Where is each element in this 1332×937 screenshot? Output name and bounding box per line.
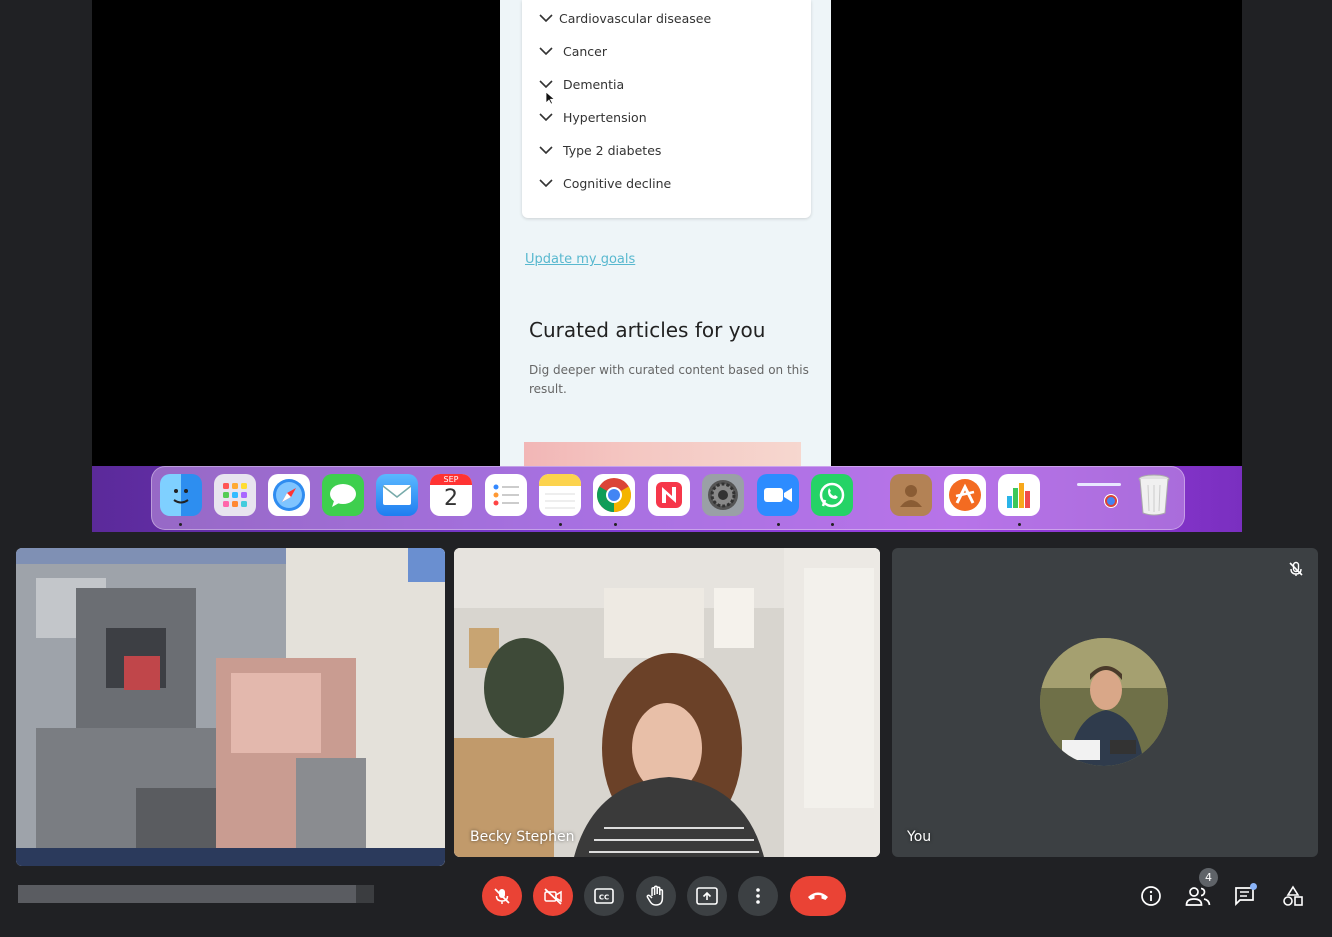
people-count-badge: 4 [1199, 868, 1218, 887]
system-settings-icon[interactable] [702, 474, 744, 516]
mail-icon[interactable] [376, 474, 418, 516]
notes-icon[interactable] [539, 474, 581, 516]
mic-off-icon [494, 888, 510, 904]
participant-name: Becky Stephen [470, 829, 575, 845]
participant-video [454, 548, 880, 857]
conditions-card: Cardiovascular diseasee Cancer Dementia … [522, 0, 811, 218]
messages-icon[interactable] [322, 474, 364, 516]
running-indicator [1018, 523, 1021, 526]
svg-text:CC: CC [599, 894, 609, 902]
update-goals-link[interactable]: Update my goals [525, 252, 635, 267]
app-icon[interactable] [944, 474, 986, 516]
chevron-down-icon [539, 80, 553, 88]
news-icon[interactable] [648, 474, 690, 516]
condition-label: Dementia [563, 76, 625, 92]
running-indicator [179, 523, 182, 526]
raise-hand-button[interactable] [636, 876, 676, 916]
participant-tile-becky: Becky Stephen [454, 548, 880, 857]
articles-description: Dig deeper with curated content based on… [529, 363, 809, 396]
activities-button[interactable] [1279, 882, 1307, 910]
chevron-down-icon [539, 113, 553, 121]
participant-tile-self: You [892, 548, 1318, 857]
zoom-icon[interactable] [757, 474, 799, 516]
meeting-info-button[interactable] [1137, 882, 1165, 910]
chat-notification-dot [1250, 883, 1257, 890]
people-icon [1185, 887, 1211, 906]
calendar-day: 2 [444, 486, 458, 511]
chrome-icon[interactable] [593, 474, 635, 516]
closed-captions-icon: CC [594, 888, 614, 904]
chevron-down-icon [539, 47, 553, 55]
calendar-icon[interactable]: SEP 2 [430, 474, 472, 516]
captions-button[interactable]: CC [584, 876, 624, 916]
leave-call-button[interactable] [790, 876, 846, 916]
condition-item[interactable]: Cardiovascular diseasee [539, 8, 711, 28]
activities-icon [1283, 885, 1303, 906]
mouse-cursor-icon [545, 91, 554, 105]
present-icon [696, 887, 718, 905]
participant-name: You [907, 829, 932, 845]
safari-icon[interactable] [268, 474, 310, 516]
info-icon [1141, 886, 1161, 906]
camera-toggle-button[interactable] [533, 876, 573, 916]
chevron-down-icon [539, 14, 553, 22]
contacts-icon[interactable] [890, 474, 932, 516]
numbers-icon[interactable] [998, 474, 1040, 516]
articles-heading: Curated articles for you [529, 318, 766, 342]
condition-item[interactable]: Hypertension [539, 107, 647, 127]
meeting-details-blurred [18, 885, 356, 903]
hang-up-icon [808, 892, 828, 900]
hand-icon [646, 885, 664, 906]
avatar [1040, 638, 1168, 766]
condition-label: Hypertension [563, 109, 647, 125]
trash-icon[interactable] [1133, 474, 1175, 516]
calendar-month: SEP [430, 474, 472, 485]
reminders-icon[interactable] [485, 474, 527, 516]
mic-toggle-button[interactable] [482, 876, 522, 916]
condition-item[interactable]: Cognitive decline [539, 173, 671, 193]
condition-label: Type 2 diabetes [563, 142, 662, 158]
running-indicator [831, 523, 834, 526]
running-indicator [777, 523, 780, 526]
whatsapp-icon[interactable] [811, 474, 853, 516]
condition-label: Cardiovascular diseasee [559, 10, 712, 26]
running-indicator [559, 523, 562, 526]
more-vert-icon [756, 888, 760, 904]
launchpad-icon[interactable] [214, 474, 256, 516]
finder-icon[interactable] [160, 474, 202, 516]
condition-label: Cognitive decline [563, 175, 672, 191]
chevron-down-icon [539, 179, 553, 187]
more-options-button[interactable] [738, 876, 778, 916]
camera-off-icon [544, 888, 562, 905]
condition-item[interactable]: Type 2 diabetes [539, 140, 661, 160]
article-thumbnail[interactable] [524, 442, 801, 466]
condition-item[interactable]: Cancer [539, 41, 607, 61]
meeting-details-blurred [356, 885, 374, 903]
chevron-down-icon [539, 146, 553, 154]
downloads-stack-icon[interactable] [1074, 474, 1124, 516]
running-indicator [614, 523, 617, 526]
pixelated-video [16, 548, 445, 866]
mic-off-icon [1289, 561, 1303, 576]
condition-label: Cancer [563, 43, 608, 59]
participant-tile-blurred [16, 548, 445, 866]
present-screen-button[interactable] [687, 876, 727, 916]
